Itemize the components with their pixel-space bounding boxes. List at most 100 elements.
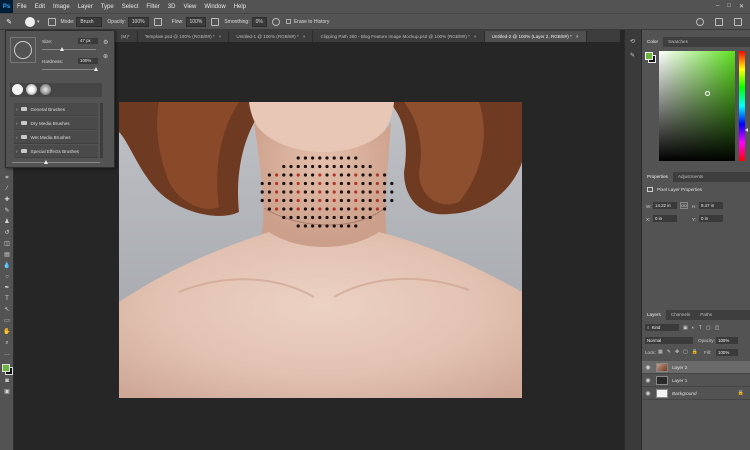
tab-color[interactable]: Color (642, 37, 663, 47)
tab-document-4[interactable]: Clipping Path 360 - Blog Feature Image M… (313, 31, 485, 42)
height-field[interactable]: 9.47 in (699, 202, 723, 209)
preview-size-handle[interactable] (44, 160, 48, 164)
tab-swatches[interactable]: Swatches (663, 37, 693, 47)
pen-tool-icon[interactable]: ✒ (3, 285, 11, 292)
gear-icon[interactable]: ⚙ (103, 39, 108, 46)
size-slider-handle[interactable] (60, 47, 64, 51)
brush-list-scrollbar[interactable] (100, 103, 103, 158)
brush-preset-picker-icon[interactable] (25, 16, 35, 27)
zoom-tool-icon[interactable]: ⌕ (3, 340, 11, 347)
erase-to-history-checkbox[interactable] (285, 19, 291, 24)
eraser-tool-icon[interactable]: ◫ (3, 241, 11, 248)
close-tab-icon[interactable]: × (219, 34, 222, 39)
lock-artboard-icon[interactable]: ▢ (683, 349, 688, 355)
share-icon[interactable] (734, 17, 742, 26)
y-field[interactable]: 0 in (699, 215, 723, 222)
layer-filter-select[interactable]: ⌕ Kind (645, 324, 679, 331)
healing-tool-icon[interactable]: ✚ (3, 197, 11, 204)
stamp-tool-icon[interactable]: ♟ (3, 219, 11, 226)
lock-pixels-icon[interactable]: ✎ (667, 349, 671, 355)
brush-tool-icon[interactable]: ✎ (3, 16, 15, 28)
tab-properties[interactable]: Properties (642, 172, 673, 182)
size-slider[interactable] (42, 49, 96, 50)
close-tab-icon[interactable]: × (474, 34, 477, 39)
brush-folder-dry-media[interactable]: › Dry Media Brushes (14, 117, 98, 130)
menu-window[interactable]: Window (200, 4, 229, 10)
menu-type[interactable]: Type (97, 4, 118, 10)
workspace-icon[interactable] (715, 17, 723, 26)
search-icon[interactable] (696, 17, 704, 26)
brush-folder-special-effects[interactable]: › Special Effects Brushes (14, 145, 98, 158)
hue-slider-handle[interactable] (745, 128, 748, 132)
visibility-eye-icon[interactable]: ◉ (644, 377, 652, 384)
hardness-slider-handle[interactable] (94, 67, 98, 71)
color-picker-cursor[interactable] (705, 91, 710, 96)
history-brush-icon[interactable]: ↺ (3, 230, 11, 237)
filter-smart-icon[interactable]: ◫ (715, 325, 720, 331)
history-panel-icon[interactable]: ⟲ (630, 38, 635, 45)
layer-row-layer-1[interactable]: ◉ Layer 1 (642, 374, 750, 387)
tab-paths[interactable]: Paths (695, 310, 717, 320)
visibility-eye-icon[interactable]: ◉ (644, 364, 652, 371)
flow-field[interactable]: 100% (185, 16, 207, 27)
brush-folder-general[interactable]: › General Brushes (14, 103, 98, 116)
dodge-tool-icon[interactable]: ○ (3, 274, 11, 281)
link-dimensions-button[interactable]: GO (680, 202, 688, 209)
size-field[interactable]: 47 px (78, 38, 98, 44)
foreground-color-swatch[interactable] (2, 364, 10, 372)
more-tools-icon[interactable]: … (3, 351, 11, 358)
brush-folder-wet-media[interactable]: › Wet Media Brushes (14, 131, 98, 144)
type-tool-icon[interactable]: T (3, 296, 11, 303)
foreground-color-swatch[interactable] (645, 52, 653, 60)
layer-name[interactable]: Layer 1 (672, 378, 687, 383)
brush-panel-icon[interactable]: ✎ (630, 52, 635, 59)
maximize-icon[interactable]: □ (727, 3, 731, 10)
opacity-field[interactable]: 100% (127, 16, 149, 27)
menu-3d[interactable]: 3D (164, 4, 180, 10)
smoothing-field[interactable]: 0% (251, 16, 267, 27)
layer-name[interactable]: Layer 2 (672, 365, 687, 370)
quick-mask-icon[interactable]: ◙ (3, 378, 11, 385)
close-tab-icon[interactable]: × (576, 34, 579, 39)
soft-round-brush-tip[interactable] (26, 84, 37, 95)
hardness-slider[interactable] (42, 69, 96, 70)
chevron-down-icon[interactable]: ▾ (37, 19, 40, 25)
gear-icon[interactable] (271, 17, 280, 26)
tab-layers[interactable]: Layers (642, 310, 666, 320)
brush-settings-icon[interactable] (47, 17, 56, 26)
menu-help[interactable]: Help (230, 4, 250, 10)
shape-tool-icon[interactable]: ▭ (3, 318, 11, 325)
preview-size-slider[interactable] (12, 162, 100, 163)
tab-channels[interactable]: Channels (666, 310, 695, 320)
hand-tool-icon[interactable]: ✋ (3, 329, 11, 336)
hard-round-brush-tip[interactable] (12, 84, 23, 95)
hue-slider[interactable] (739, 51, 745, 161)
tab-adjustments[interactable]: Adjustments (673, 172, 708, 182)
tab-document-5[interactable]: Untitled-2 @ 100% (Layer 2, RGB/8#) * × (484, 31, 587, 42)
menu-edit[interactable]: Edit (31, 4, 49, 10)
menu-filter[interactable]: Filter (142, 4, 163, 10)
color-field[interactable] (659, 51, 735, 161)
filter-type-icon[interactable]: T (699, 325, 702, 331)
filter-adjustment-icon[interactable]: ◐ (692, 325, 695, 331)
filter-pixel-icon[interactable]: ▣ (683, 325, 688, 331)
menu-view[interactable]: View (179, 4, 200, 10)
gradient-tool-icon[interactable]: ▤ (3, 252, 11, 259)
document-canvas[interactable] (119, 102, 522, 398)
brush-tool-icon[interactable]: ✎ (3, 208, 11, 215)
soft-brush-tip[interactable] (40, 84, 51, 95)
layer-row-background[interactable]: ◉ Background 🔒 (642, 387, 750, 400)
width-field[interactable]: 14.22 in (653, 202, 677, 209)
blur-tool-icon[interactable]: 💧 (3, 263, 11, 270)
layer-name[interactable]: Background (672, 391, 697, 396)
brush-angle-preview[interactable] (10, 37, 36, 63)
path-selection-icon[interactable]: ↖ (3, 307, 11, 314)
pressure-opacity-icon[interactable] (153, 17, 162, 26)
menu-layer[interactable]: Layer (74, 4, 97, 10)
close-icon[interactable]: ✕ (739, 3, 744, 10)
airbrush-icon[interactable] (211, 17, 220, 26)
menu-file[interactable]: File (13, 4, 31, 10)
menu-select[interactable]: Select (118, 4, 143, 10)
eyedropper-tool-icon[interactable]: ⁄ (3, 186, 11, 193)
hardness-field[interactable]: 100% (78, 58, 98, 64)
